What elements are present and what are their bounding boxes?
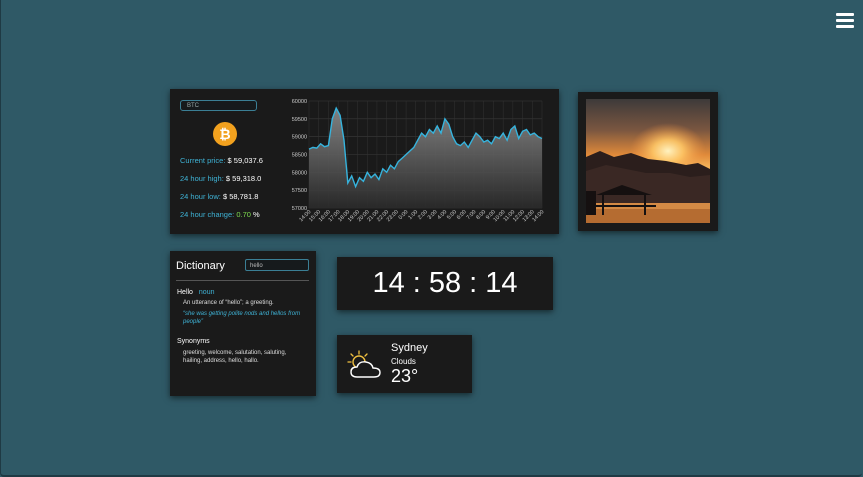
definition-text: An utterance of “hello”; a greeting.: [183, 300, 274, 306]
high-value: $ 59,318.0: [225, 174, 262, 183]
entry-word: Hello: [177, 289, 193, 296]
low-value: $ 58,781.8: [222, 192, 259, 201]
ticker-input[interactable]: BTC: [180, 100, 257, 111]
high-row: 24 hour high: $ 59,318.0: [180, 174, 261, 183]
menu-bar-middle: [836, 19, 854, 22]
y-tick-label: 59000: [292, 135, 307, 141]
y-tick-label: 60000: [292, 99, 307, 105]
menu-bar-bottom: [836, 25, 854, 28]
divider: [176, 280, 309, 281]
current-price-row: Current price: $ 59,037.6: [180, 156, 263, 165]
low-label: 24 hour low:: [180, 192, 221, 201]
weather-temperature: 23°: [391, 366, 419, 386]
current-price-label: Current price:: [180, 156, 226, 165]
y-tick-label: 57500: [292, 188, 307, 194]
change-value: 0.70: [236, 210, 251, 219]
current-price-value: $ 59,037.6: [227, 156, 263, 165]
crypto-widget: BTC ₿ Current price: $ 59,037.6 24 hour …: [170, 89, 559, 234]
menu-bar-top: [836, 13, 854, 16]
clock-time: 14 : 58 : 14: [372, 267, 518, 299]
y-tick-label: 58000: [292, 170, 307, 176]
y-tick-label: 57000: [292, 206, 307, 212]
y-tick-label: 59500: [292, 117, 307, 123]
dictionary-title: Dictionary: [176, 260, 225, 272]
dictionary-entry-heading: Hello noun: [177, 289, 214, 296]
change-unit: %: [253, 210, 260, 219]
dictionary-search-input[interactable]: hello: [245, 259, 309, 271]
y-tick-label: 58500: [292, 153, 307, 159]
dictionary-widget: Dictionary hello Hello noun An utterance…: [170, 251, 316, 396]
example-text: “she was getting polite nods and hellos …: [183, 311, 301, 325]
synonyms-label: Synonyms: [177, 338, 210, 345]
synonyms-list: greeting, welcome, salutation, saluting,…: [183, 350, 287, 364]
weather-widget: Sydney Clouds 23°: [337, 335, 472, 393]
part-of-speech: noun: [198, 289, 215, 296]
change-label: 24 hour change:: [180, 210, 235, 219]
partly-cloudy-icon: [347, 350, 381, 378]
price-chart: 57000575005800058500590005950060000 14:0…: [292, 99, 546, 223]
weather-city: Sydney: [391, 342, 428, 354]
sunset-photo: [586, 99, 710, 223]
weather-condition: Clouds: [391, 357, 416, 366]
photo-widget: [578, 92, 718, 231]
low-row: 24 hour low: $ 58,781.8: [180, 192, 258, 201]
app-frame: [0, 0, 862, 477]
bitcoin-icon: ₿: [213, 122, 237, 146]
hamburger-menu-icon[interactable]: [836, 10, 854, 30]
change-row: 24 hour change: 0.70 %: [180, 210, 260, 219]
high-label: 24 hour high:: [180, 174, 224, 183]
clock-widget: 14 : 58 : 14: [337, 257, 553, 310]
